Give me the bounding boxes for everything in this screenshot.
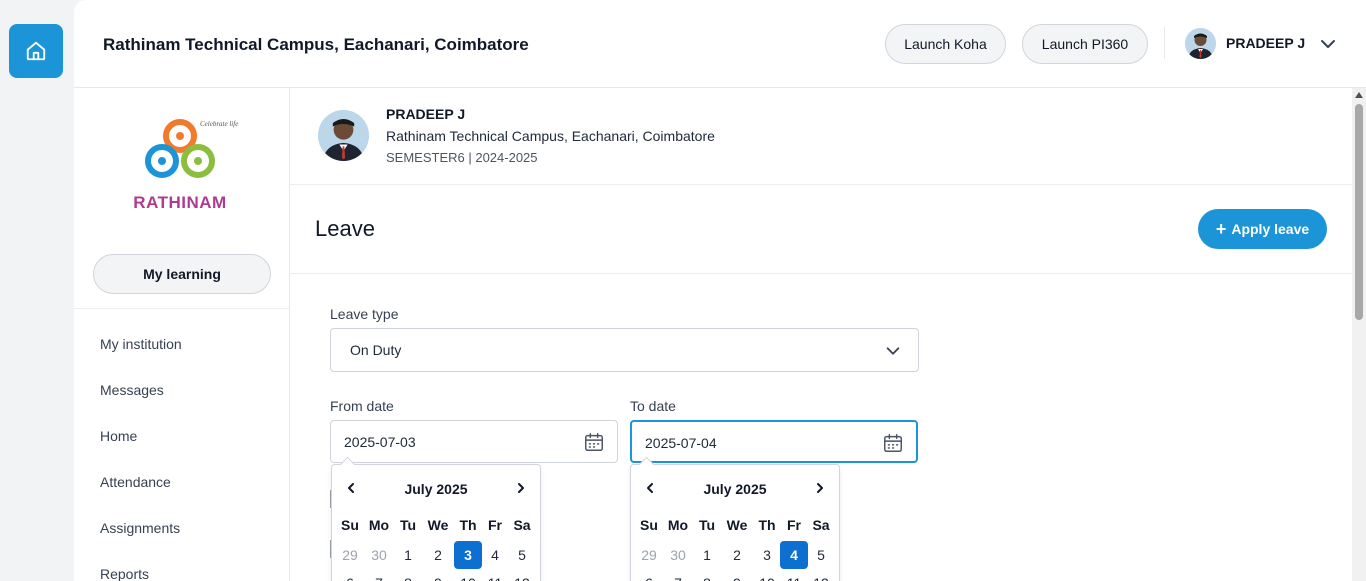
calendar-day[interactable]: 7 [365,569,393,581]
svg-text:Celebrate life: Celebrate life [200,120,238,128]
profile-avatar [318,110,369,161]
app-rail [0,0,74,581]
calendar-day[interactable]: 5 [508,541,536,569]
divider [1164,27,1165,59]
calendar-day[interactable]: 3 [753,541,781,569]
divider [290,273,1352,274]
calendar-day[interactable]: 6 [635,569,663,581]
avatar[interactable] [1185,28,1216,59]
calendar-day[interactable]: 5 [807,541,835,569]
weekday-label: Fr [488,517,502,533]
calendar-day[interactable]: 1 [693,541,721,569]
weekday-label: Mo [667,517,689,533]
chevron-down-icon[interactable] [1318,34,1338,54]
home-button[interactable] [9,24,63,78]
calendar-day[interactable]: 4 [481,541,509,569]
calendar-day[interactable]: 1 [394,541,422,569]
apply-leave-button[interactable]: + Apply leave [1198,209,1327,249]
calendar-day[interactable]: 9 [723,569,751,581]
user-name[interactable]: PRADEEP J [1226,35,1305,51]
top-bar: Rathinam Technical Campus, Eachanari, Co… [74,0,1366,88]
calendar-day[interactable]: 11 [481,569,509,581]
calendar-day[interactable]: 30 [365,541,393,569]
my-learning-button[interactable]: My learning [93,254,271,294]
sidebar: Celebrate life RATHINAM My learning My i… [74,88,290,581]
to-date-input[interactable]: 2025-07-04 [630,420,918,463]
datepicker-month: July 2025 [404,481,468,497]
calendar-day[interactable]: 12 [508,569,536,581]
calendar-day[interactable]: 8 [693,569,721,581]
sidebar-item-my-institution[interactable]: My institution [100,336,182,352]
weekday-label: Tu [698,517,716,533]
calendar-day[interactable]: 8 [394,569,422,581]
weekday-label: Su [640,517,658,533]
sidebar-item-attendance[interactable]: Attendance [100,474,171,490]
chevron-down-icon [886,347,900,355]
chevron-right-icon[interactable] [514,481,528,495]
from-date-label: From date [330,398,394,414]
from-datepicker: July 2025 Su Mo Tu We Th Fr Sa 29 30 1 2… [331,464,541,581]
weekday-label: Sa [513,517,531,533]
calendar-icon[interactable] [882,432,904,454]
datepicker-month: July 2025 [703,481,767,497]
profile-photo [318,110,369,161]
calendar-day[interactable]: 29 [635,541,663,569]
sidebar-item-home[interactable]: Home [100,428,137,444]
from-date-value: 2025-07-03 [344,434,416,450]
weekday-label: Th [459,517,477,533]
weekday-label: We [427,517,449,533]
leave-type-label: Leave type [330,306,399,322]
divider [290,184,1352,185]
weekday-label: Su [341,517,359,533]
calendar-icon[interactable] [583,431,605,453]
scroll-up-arrow-icon[interactable] [1355,92,1363,98]
calendar-day-selected[interactable]: 4 [780,541,808,569]
leave-type-value: On Duty [350,342,402,358]
to-datepicker: July 2025 Su Mo Tu We Th Fr Sa 29 30 1 2… [630,464,840,581]
calendar-day[interactable]: 6 [336,569,364,581]
rathinam-logo: Celebrate life RATHINAM [133,119,238,212]
plus-icon: + [1215,219,1227,239]
launch-pi360-button[interactable]: Launch PI360 [1022,24,1148,64]
apply-leave-label: Apply leave [1231,221,1310,237]
page-title: Leave [315,216,375,241]
main-content: PRADEEP J Rathinam Technical Campus, Eac… [290,88,1352,581]
svg-text:RATHINAM: RATHINAM [133,193,226,212]
weekday-label: Tu [399,517,417,533]
calendar-day[interactable]: 10 [454,569,482,581]
leave-type-select[interactable]: On Duty [330,328,919,372]
sidebar-item-messages[interactable]: Messages [100,382,164,398]
calendar-day[interactable]: 2 [723,541,751,569]
home-icon [26,41,46,61]
chevron-right-icon[interactable] [813,481,827,495]
profile-campus: Rathinam Technical Campus, Eachanari, Co… [386,128,715,144]
weekday-label: Fr [787,517,801,533]
to-date-label: To date [630,398,676,414]
scrollbar[interactable] [1352,88,1366,581]
scrollbar-thumb[interactable] [1355,104,1363,320]
calendar-day[interactable]: 29 [336,541,364,569]
sidebar-item-assignments[interactable]: Assignments [100,520,180,536]
weekday-label: Mo [368,517,390,533]
calendar-day-selected[interactable]: 3 [454,541,482,569]
from-date-input[interactable]: 2025-07-03 [330,420,618,463]
sidebar-divider [74,308,289,309]
to-date-value: 2025-07-04 [645,435,717,451]
launch-koha-button[interactable]: Launch Koha [885,24,1006,64]
calendar-day[interactable]: 10 [753,569,781,581]
weekday-label: Sa [812,517,830,533]
profile-name: PRADEEP J [386,106,466,122]
calendar-day[interactable]: 30 [664,541,692,569]
profile-semester: SEMESTER6 | 2024-2025 [386,150,538,165]
calendar-day[interactable]: 2 [424,541,452,569]
campus-title: Rathinam Technical Campus, Eachanari, Co… [103,35,529,54]
calendar-day[interactable]: 9 [424,569,452,581]
weekday-label: We [726,517,748,533]
weekday-label: Th [758,517,776,533]
sidebar-item-reports[interactable]: Reports [100,566,149,581]
calendar-day[interactable]: 7 [664,569,692,581]
user-photo [1185,28,1216,59]
calendar-day[interactable]: 11 [780,569,808,581]
calendar-day[interactable]: 12 [807,569,835,581]
